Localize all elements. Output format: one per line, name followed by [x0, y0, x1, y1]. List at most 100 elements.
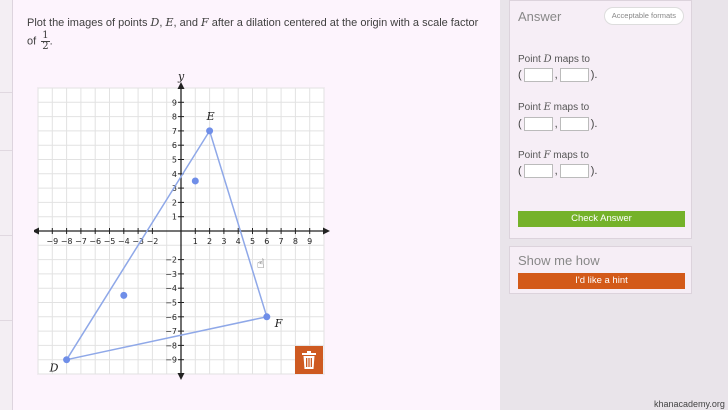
- point-e-label: Point E maps to: [518, 102, 589, 113]
- x-tick-label: −7: [75, 237, 87, 246]
- paren-open: (: [518, 118, 522, 130]
- fraction-denominator: 2: [42, 41, 49, 52]
- y-tick-label: 9: [172, 98, 177, 107]
- point-f-coordinates: ( , ).: [518, 164, 597, 178]
- y-tick-label: 7: [172, 127, 177, 136]
- point-f-label: Point F maps to: [518, 150, 589, 161]
- x-tick-label: 4: [236, 237, 241, 246]
- question-end: .: [49, 35, 53, 48]
- paren-open: (: [518, 165, 522, 177]
- vertex-label-f: F: [274, 317, 283, 330]
- y-tick-label: −7: [165, 327, 177, 336]
- comma: ,: [554, 118, 558, 130]
- vertex-f: [263, 313, 271, 321]
- point-e-x-input[interactable]: [523, 117, 553, 131]
- x-tick-label: −9: [46, 237, 58, 246]
- x-tick-label: 8: [293, 237, 298, 246]
- x-tick-label: 9: [307, 237, 312, 246]
- paren-open: (: [518, 69, 522, 81]
- acceptable-formats-button[interactable]: Acceptable formats: [603, 7, 684, 25]
- point-d-coordinates: ( , ).: [518, 68, 597, 82]
- label-prefix: Point: [518, 150, 544, 161]
- y-tick-label: −6: [165, 313, 177, 322]
- x-tick-label: −8: [61, 237, 73, 246]
- question-prefix: Plot the images of points: [27, 17, 151, 29]
- x-tick-label: −5: [104, 237, 116, 246]
- x-tick-label: 6: [264, 237, 269, 246]
- y-axis-arrow-down: [177, 373, 185, 380]
- point-e-name: E: [165, 16, 174, 29]
- separator: , and: [173, 17, 202, 29]
- scale-factor-fraction: 12: [41, 31, 50, 52]
- point-name: F: [543, 150, 551, 161]
- label-suffix: maps to: [551, 54, 590, 65]
- y-axis-label: y: [177, 72, 185, 83]
- x-tick-label: 7: [279, 237, 284, 246]
- y-tick-label: 4: [172, 170, 177, 179]
- plotted-point: [120, 291, 128, 299]
- label-prefix: Point: [518, 102, 544, 113]
- paren-close: ).: [590, 165, 598, 177]
- question-area: Plot the images of points D, E, and F af…: [13, 0, 500, 410]
- y-tick-label: 8: [172, 113, 177, 122]
- y-tick-label: 5: [172, 156, 177, 165]
- hint-button[interactable]: I'd like a hint: [518, 273, 685, 289]
- y-tick-label: −2: [165, 256, 177, 265]
- hand-cursor-icon: ☝: [257, 257, 265, 272]
- x-tick-label: −6: [89, 237, 101, 246]
- point-d-label: Point D maps to: [518, 54, 590, 65]
- x-tick-label: 5: [250, 237, 255, 246]
- y-tick-label: −3: [165, 270, 177, 279]
- x-tick-label: 2: [207, 237, 212, 246]
- watermark: khanacademy.org: [654, 399, 725, 409]
- x-axis-arrow-left: [34, 227, 39, 235]
- trash-icon: [302, 351, 316, 369]
- comma: ,: [554, 165, 558, 177]
- label-suffix: maps to: [550, 150, 589, 161]
- point-f-x-input[interactable]: [523, 164, 553, 178]
- divider: [0, 235, 12, 236]
- y-tick-label: −4: [165, 284, 177, 293]
- y-tick-label: −8: [165, 341, 177, 350]
- vertex-e: [206, 127, 214, 135]
- vertex-d: [63, 356, 71, 364]
- point-e-y-input[interactable]: [559, 117, 589, 131]
- hint-panel: Show me how I'd like a hint: [509, 246, 692, 294]
- y-tick-label: 2: [172, 198, 177, 207]
- x-tick-label: −2: [147, 237, 159, 246]
- label-suffix: maps to: [550, 102, 590, 113]
- coordinate-grid[interactable]: xy−9−8−7−6−5−4−3−2123456789987654321−2−3…: [34, 72, 334, 382]
- y-axis-arrow-up: [177, 82, 185, 89]
- question-suffix: after a dilation centered at the origin …: [208, 17, 479, 29]
- vertex-label-d: D: [49, 362, 59, 375]
- question-of: of: [27, 35, 37, 48]
- y-tick-label: 6: [172, 141, 177, 150]
- answer-panel: Answer Acceptable formats Point D maps t…: [509, 0, 692, 239]
- comma: ,: [554, 69, 558, 81]
- point-name: E: [543, 102, 551, 113]
- point-d-x-input[interactable]: [523, 68, 553, 82]
- x-tick-label: 1: [193, 237, 198, 246]
- label-prefix: Point: [518, 54, 544, 65]
- point-d-y-input[interactable]: [559, 68, 589, 82]
- show-me-how-title: Show me how: [518, 253, 600, 268]
- vertex-label-e: E: [206, 110, 215, 123]
- point-f-y-input[interactable]: [559, 164, 589, 178]
- x-axis-arrow-right: [323, 227, 330, 235]
- plotted-point: [191, 177, 199, 185]
- point-f-name: F: [201, 16, 209, 29]
- paren-close: ).: [590, 118, 598, 130]
- trash-button[interactable]: [295, 346, 323, 374]
- point-name: D: [543, 54, 552, 65]
- answer-title: Answer: [518, 9, 562, 24]
- y-tick-label: 1: [172, 213, 177, 222]
- x-tick-label: −4: [118, 237, 130, 246]
- divider: [0, 150, 12, 151]
- check-answer-button[interactable]: Check Answer: [518, 211, 685, 227]
- divider: [0, 320, 12, 321]
- y-tick-label: −9: [165, 356, 177, 365]
- x-tick-label: 3: [221, 237, 226, 246]
- paren-close: ).: [590, 69, 598, 81]
- divider: [0, 92, 12, 93]
- y-tick-label: −5: [165, 299, 177, 308]
